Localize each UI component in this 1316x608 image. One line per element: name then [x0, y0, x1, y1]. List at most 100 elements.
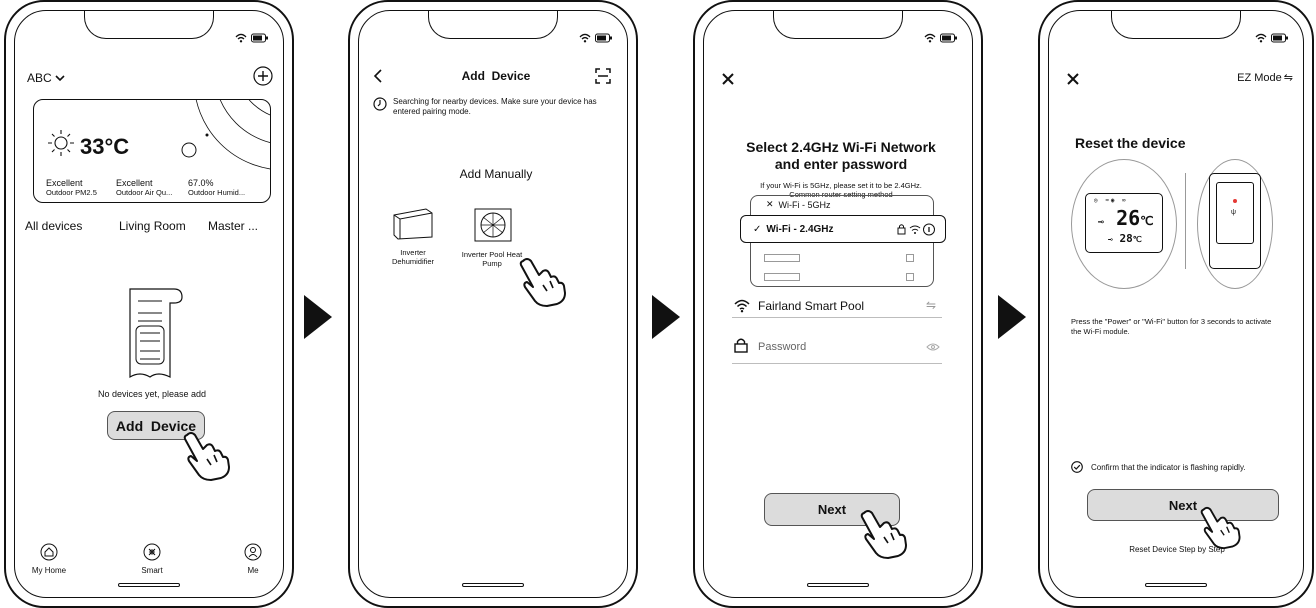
phone-notch	[428, 11, 558, 39]
scan-icon[interactable]	[595, 68, 611, 84]
tap-hand-icon	[1200, 506, 1241, 549]
home-indicator	[1145, 583, 1207, 587]
wifi-status-icon	[924, 33, 936, 43]
add-device-screen: Add Device Searching for nearby devices.…	[358, 10, 628, 598]
battery-icon	[940, 33, 957, 43]
wifi-row-5g: ✕ Wi-Fi - 5GHz	[766, 199, 831, 210]
page-title: Select 2.4GHz Wi-Fi Network and enter pa…	[746, 139, 936, 172]
divider	[732, 317, 942, 318]
tab-living-room[interactable]: Living Room	[119, 219, 186, 233]
weather-label: Outdoor PM2.5	[46, 188, 97, 197]
next-label: Next	[1168, 497, 1198, 513]
ez-mode-switch[interactable]: EZ Mode ⇋	[1237, 71, 1293, 85]
nav-label: My Home	[31, 566, 67, 575]
home-indicator	[462, 583, 524, 587]
device-label: Inverter Dehumidifier	[391, 248, 435, 266]
section-title: Add Manually	[459, 167, 533, 181]
nav-smart[interactable]: Smart	[130, 543, 174, 575]
check-circle-icon	[1071, 461, 1083, 473]
wifi-icon	[734, 299, 750, 313]
battery-icon	[595, 33, 612, 43]
add-circle-icon[interactable]	[253, 66, 273, 86]
empty-state-text: No devices yet, please add	[97, 389, 207, 399]
divider	[1185, 173, 1186, 269]
weather-item: Excellent Outdoor Air Qu...	[116, 178, 186, 198]
weather-value: 67.0%	[188, 178, 214, 188]
wifi-5g-label: Wi-Fi - 5GHz	[778, 199, 831, 210]
sun-icon	[48, 130, 74, 156]
page-title: Add Device	[461, 69, 531, 83]
status-bar	[1255, 33, 1289, 43]
wifi-module: ψ	[1209, 173, 1261, 269]
phone-notch	[84, 11, 214, 39]
check-icon: ✓	[753, 223, 762, 235]
weather-label: Outdoor Air Qu...	[116, 188, 173, 197]
close-icon: ✕	[766, 199, 774, 209]
timer-icon	[373, 97, 387, 111]
heat-pump-icon	[474, 208, 512, 242]
confirm-label: Confirm that the indicator is flashing r…	[1091, 462, 1246, 472]
reset-screen: EZ Mode ⇋ Reset the device ◎ ≈◉ ∞ ⊸ 26℃ …	[1048, 10, 1304, 598]
status-bar	[235, 33, 269, 43]
weather-value: Excellent	[46, 178, 83, 188]
tab-all-devices[interactable]: All devices	[25, 219, 82, 233]
wifi-24g-label: Wi-Fi - 2.4GHz	[766, 223, 834, 235]
me-icon	[244, 543, 262, 561]
page-title: Reset the device	[1075, 135, 1186, 151]
tap-hand-icon	[519, 258, 566, 307]
placeholder-row	[764, 254, 800, 262]
tap-hand-icon	[183, 432, 230, 481]
placeholder-box	[906, 254, 914, 262]
wifi-row-24g[interactable]: ✓ Wi-Fi - 2.4GHz	[740, 215, 946, 243]
wifi-icons	[897, 223, 935, 236]
close-icon[interactable]	[1067, 73, 1079, 85]
wifi-status-icon	[235, 33, 247, 43]
nav-label: Smart	[141, 566, 163, 575]
empty-list-icon	[129, 288, 183, 379]
temperature-reading: 33°C	[80, 134, 130, 159]
dehumidifier-icon	[393, 208, 433, 240]
battery-icon	[1271, 33, 1288, 43]
reset-instruction: Press the "Power" or "Wi-Fi" button for …	[1071, 317, 1272, 336]
eye-icon[interactable]	[926, 343, 940, 351]
switch-network-icon[interactable]: ⇋	[926, 298, 936, 312]
phone-add-device: Add Device Searching for nearby devices.…	[348, 0, 638, 608]
confirm-checkbox[interactable]: Confirm that the indicator is flashing r…	[1071, 461, 1246, 473]
wifi-status-icon	[579, 33, 591, 43]
lcd-sub-value: 28	[1119, 232, 1133, 245]
home-indicator	[807, 583, 869, 587]
placeholder-box	[906, 273, 914, 281]
phone-notch	[773, 11, 903, 39]
device-option[interactable]: Inverter Dehumidifier	[383, 207, 443, 266]
phone-reset: EZ Mode ⇋ Reset the device ◎ ≈◉ ∞ ⊸ 26℃ …	[1038, 0, 1314, 608]
chevron-down-icon	[55, 74, 65, 81]
placeholder-row	[764, 273, 800, 281]
home-name: ABC	[27, 71, 52, 85]
weather-card: 33°C Excellent Outdoor PM2.5 Excellent O…	[33, 99, 271, 203]
next-label: Next	[817, 502, 847, 517]
next-button[interactable]: Next	[1087, 489, 1279, 521]
home-selector[interactable]: ABC	[27, 71, 65, 85]
tab-master[interactable]: Master ...	[208, 219, 258, 233]
password-field[interactable]: Password	[758, 341, 918, 353]
mode-label: EZ Mode	[1237, 71, 1282, 84]
tap-hand-icon	[860, 510, 907, 559]
arrow-3	[998, 295, 1026, 339]
searching-text: Searching for nearby devices. Make sure …	[393, 97, 597, 116]
weather-value: Excellent	[116, 178, 153, 188]
wifi-button-icon: ψ	[1231, 209, 1236, 216]
home-icon	[40, 543, 58, 561]
reset-step-link[interactable]: Reset Device Step by Step	[1049, 545, 1303, 554]
phone-home: ABC 33°C Excellent Outdoor PM2.5 Excelle…	[4, 0, 294, 608]
nav-me[interactable]: Me	[231, 543, 275, 575]
indicator-light	[1233, 199, 1237, 203]
arrow-1	[304, 295, 332, 339]
lock-icon	[734, 338, 748, 353]
lcd-panel: ◎ ≈◉ ∞ ⊸ 26℃ ⊸ 28℃	[1085, 193, 1163, 253]
status-bar	[924, 33, 958, 43]
close-icon[interactable]	[722, 73, 734, 85]
home-screen: ABC 33°C Excellent Outdoor PM2.5 Excelle…	[14, 10, 284, 598]
status-bar	[579, 33, 613, 43]
nav-my-home[interactable]: My Home	[27, 543, 71, 575]
network-name: Fairland Smart Pool	[758, 299, 865, 313]
